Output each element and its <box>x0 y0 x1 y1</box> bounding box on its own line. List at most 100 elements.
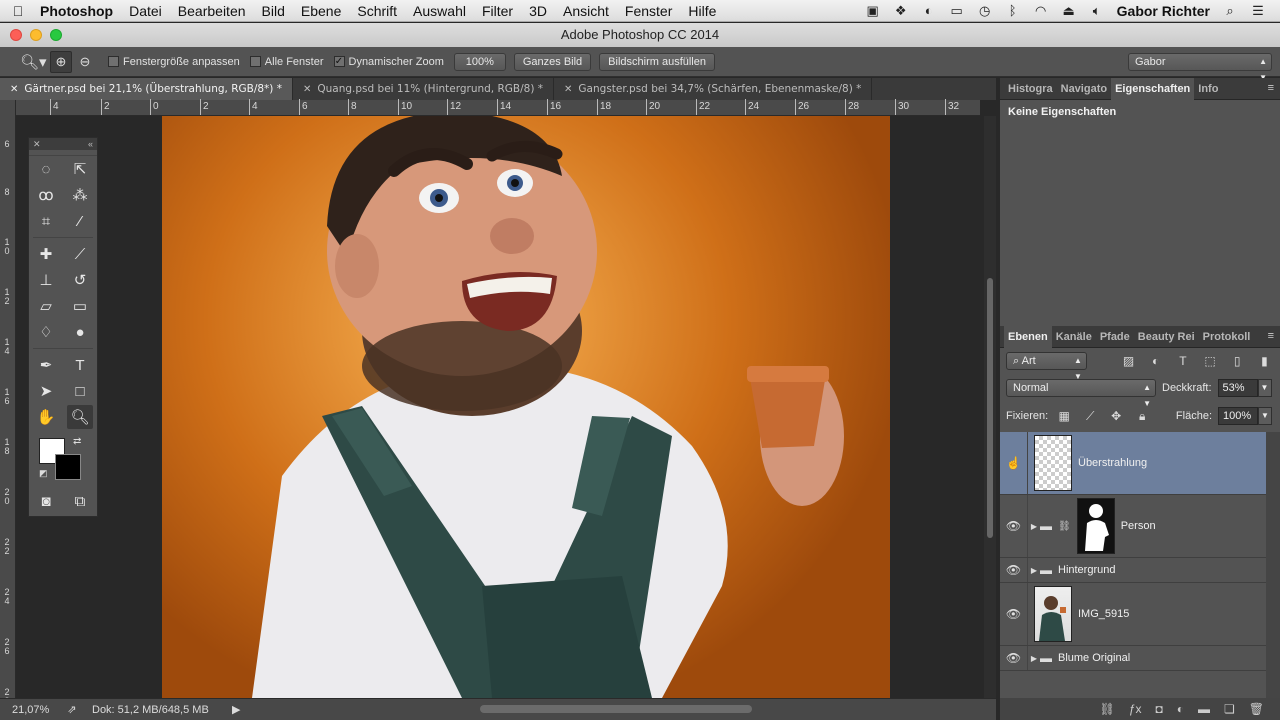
menu-app[interactable]: Photoshop <box>36 3 121 19</box>
layer-name[interactable]: Hintergrund <box>1058 564 1115 576</box>
close-icon[interactable]: ✕ <box>10 84 18 95</box>
share-icon[interactable]: ⇗ <box>52 703 92 716</box>
notification-icon[interactable]: ☰ <box>1250 3 1266 19</box>
menu-fenster[interactable]: Fenster <box>617 3 680 19</box>
wifi-icon[interactable]: ◠ <box>1033 3 1049 19</box>
vertical-scrollbar[interactable] <box>984 116 996 698</box>
layer-filter-select[interactable]: ⌕ Art ▲ ▼ <box>1006 352 1087 381</box>
close-icon[interactable]: ✕ <box>564 84 572 95</box>
tab-quang[interactable]: ✕ Quang.psd bei 11% (Hintergrund, RGB/8) … <box>293 78 555 100</box>
fill-screen-button[interactable]: Bildschirm ausfüllen <box>599 52 715 71</box>
menu-auswahl[interactable]: Auswahl <box>405 3 474 19</box>
horizontal-ruler[interactable]: 4 2 0 2 4 6 8 10 12 14 16 18 20 22 24 26 28 30 32 <box>16 99 980 116</box>
zoom-tool-preset-icon[interactable]: 🔍︎▾ <box>20 53 50 71</box>
marquee-tool-icon[interactable]: ◌ <box>33 157 59 181</box>
layer-name[interactable]: Person <box>1121 520 1156 532</box>
dynamic-zoom-checkbox[interactable]: ✓ Dynamischer Zoom <box>333 56 444 68</box>
blend-mode-select[interactable]: Normal ▲ ▼ <box>1006 379 1156 408</box>
gradient-tool-icon[interactable]: ▭ <box>67 294 93 318</box>
link-layers-icon[interactable]: ⛓ <box>1100 702 1115 716</box>
visibility-toggle[interactable]: ☝ <box>1000 432 1028 494</box>
lock-transparency-icon[interactable]: ▦ <box>1054 409 1074 423</box>
zoom-100-button[interactable]: 100% <box>453 52 506 71</box>
adjustment-layer-icon[interactable]: ◐ <box>1177 702 1184 716</box>
expand-triangle-icon[interactable]: ▶ <box>1028 522 1040 531</box>
background-color-swatch[interactable] <box>55 454 81 480</box>
menu-ebene[interactable]: Ebene <box>293 3 349 19</box>
adjustment-filter-icon[interactable]: ◐ <box>1146 354 1165 368</box>
add-mask-icon[interactable]: ◘ <box>1156 702 1163 716</box>
new-layer-icon[interactable]: ❏ <box>1224 702 1235 716</box>
shape-filter-icon[interactable]: ⬚ <box>1200 354 1219 368</box>
new-group-icon[interactable]: ▬ <box>1198 702 1210 716</box>
visibility-toggle[interactable]: 👁︎ <box>1000 558 1028 582</box>
layer-hintergrund[interactable]: 👁︎ ▶ ▬ Hintergrund <box>1000 558 1266 583</box>
layer-ueberstrahlung[interactable]: ☝ Überstrahlung <box>1000 432 1266 495</box>
airplay-icon[interactable]: ▭ <box>949 3 965 19</box>
layer-name[interactable]: Blume Original <box>1058 652 1130 664</box>
zoom-in-icon[interactable]: ⊕ <box>50 50 72 73</box>
layer-name[interactable]: Überstrahlung <box>1078 457 1147 469</box>
zoom-tool-icon[interactable]: 🔍︎ <box>67 405 93 429</box>
tab-beauty-retouch[interactable]: Beauty Rei <box>1134 331 1199 343</box>
scroll-thumb[interactable] <box>987 278 993 538</box>
fx-icon[interactable]: ƒx <box>1129 702 1142 716</box>
bluetooth-icon[interactable]: ᛒ <box>1005 3 1021 18</box>
fill-input[interactable]: 100% ▼ <box>1218 407 1272 425</box>
user-name[interactable]: Gabor Richter <box>1117 3 1210 19</box>
time-machine-icon[interactable]: ◷ <box>977 3 993 19</box>
screen-mode-icon[interactable]: ⧉ <box>67 489 93 513</box>
chevron-down-icon[interactable]: ▼ <box>1257 379 1272 397</box>
tab-channels[interactable]: Kanäle <box>1052 331 1096 343</box>
menu-ansicht[interactable]: Ansicht <box>555 3 617 19</box>
menu-hilfe[interactable]: Hilfe <box>680 3 724 19</box>
spotlight-icon[interactable]: ⌕ <box>1222 3 1238 19</box>
visibility-toggle[interactable]: 👁︎ <box>1000 583 1028 645</box>
menu-datei[interactable]: Datei <box>121 3 170 19</box>
visibility-toggle[interactable]: 👁︎ <box>1000 646 1028 670</box>
canvas-area[interactable] <box>16 116 980 698</box>
horizontal-scroll-thumb[interactable] <box>480 705 752 713</box>
lock-pixels-icon[interactable]: ⟋ <box>1080 409 1100 424</box>
dodge-tool-icon[interactable]: ● <box>67 320 93 344</box>
apple-icon[interactable]:  <box>0 3 36 19</box>
crop-tool-icon[interactable]: ⌗ <box>33 209 59 233</box>
hand-tool-icon[interactable]: ✋ <box>33 405 59 429</box>
vertical-ruler[interactable]: 6810121416182022242628 <box>0 100 16 706</box>
rectangle-tool-icon[interactable]: □ <box>67 379 93 403</box>
tab-gangster[interactable]: ✕ Gangster.psd bei 34,7% (Schärfen, Ebene… <box>554 78 873 100</box>
eyedropper-tool-icon[interactable]: ⁄ <box>67 209 93 233</box>
tab-gaertner[interactable]: ✕ Gärtner.psd bei 21,1% (Überstrahlung, R… <box>0 78 293 100</box>
menu-3d[interactable]: 3D <box>521 3 555 19</box>
fit-window-checkbox[interactable]: Fenstergröße anpassen <box>108 56 240 68</box>
opacity-input[interactable]: 53% ▼ <box>1217 379 1272 397</box>
zoom-out-icon[interactable]: ⊖ <box>74 51 96 73</box>
layer-thumbnail[interactable] <box>1034 435 1072 491</box>
chevron-down-icon[interactable]: ▼ <box>1258 407 1272 425</box>
type-filter-icon[interactable]: T <box>1173 354 1192 368</box>
menu-schrift[interactable]: Schrift <box>349 3 405 19</box>
layer-img-5915[interactable]: 👁︎ IMG_5915 <box>1000 583 1266 646</box>
tab-histogram[interactable]: Histogra <box>1004 83 1057 95</box>
tab-layers[interactable]: Ebenen <box>1004 325 1052 348</box>
layers-scrollbar[interactable] <box>1266 432 1280 720</box>
layer-thumbnail[interactable] <box>1034 586 1072 642</box>
filter-toggle-icon[interactable]: ▮ <box>1255 354 1274 368</box>
close-icon[interactable]: ✕ <box>33 138 41 150</box>
tab-navigator[interactable]: Navigato <box>1057 83 1111 95</box>
panel-menu-icon[interactable]: ≡ <box>1268 82 1274 94</box>
type-tool-icon[interactable]: T <box>67 353 93 377</box>
default-colors-icon[interactable]: ◩ <box>39 468 48 479</box>
artwork-image[interactable] <box>162 116 890 698</box>
window-minimize-button[interactable] <box>30 29 42 41</box>
quick-mask-icon[interactable]: ◙ <box>33 489 59 513</box>
menu-bearbeiten[interactable]: Bearbeiten <box>170 3 254 19</box>
move-tool-icon[interactable]: ⇱ <box>67 157 93 181</box>
layer-blume-original[interactable]: 👁︎ ▶ ▬ Blume Original <box>1000 646 1266 671</box>
window-maximize-button[interactable] <box>50 29 62 41</box>
tab-paths[interactable]: Pfade <box>1096 331 1134 343</box>
menu-filter[interactable]: Filter <box>474 3 521 19</box>
stamp-tool-icon[interactable]: ⊥ <box>33 268 59 292</box>
expand-triangle-icon[interactable]: ▶ <box>1028 566 1040 575</box>
tab-history[interactable]: Protokoll <box>1199 331 1255 343</box>
